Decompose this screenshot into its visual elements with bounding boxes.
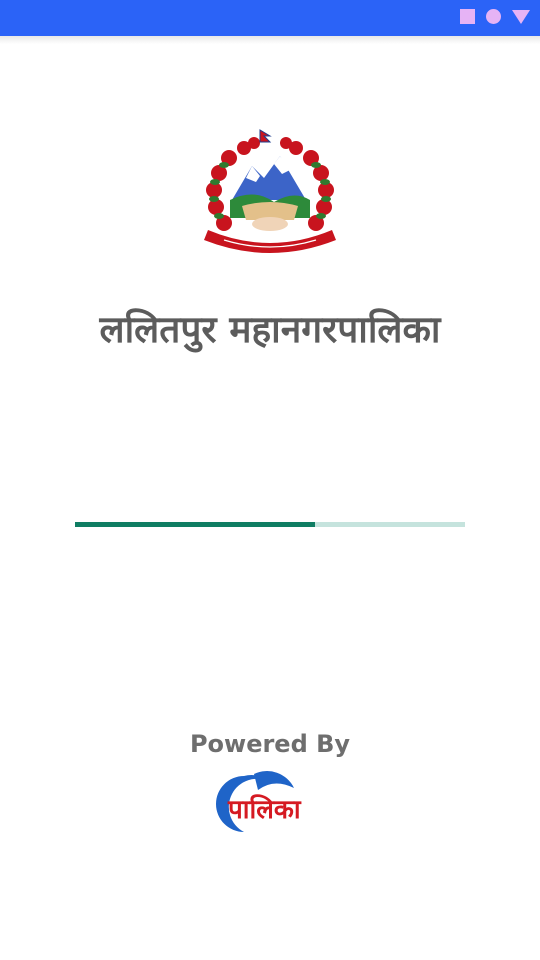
square-icon[interactable] bbox=[460, 9, 475, 24]
status-bar-shadow bbox=[0, 36, 540, 44]
status-bar bbox=[0, 0, 540, 36]
loading-progress-fill bbox=[75, 522, 315, 527]
page-title: ललितपुर महानगरपालिका bbox=[99, 308, 441, 351]
circle-icon[interactable] bbox=[486, 9, 501, 24]
powered-by-label: Powered By bbox=[189, 730, 351, 758]
status-icons bbox=[460, 9, 530, 24]
palika-logo-icon: पालिका bbox=[216, 771, 302, 832]
triangle-icon[interactable] bbox=[512, 9, 530, 24]
loading-progress-bar bbox=[75, 522, 465, 527]
svg-text:पालिका: पालिका bbox=[227, 794, 302, 825]
nepal-emblem-icon bbox=[204, 129, 336, 253]
